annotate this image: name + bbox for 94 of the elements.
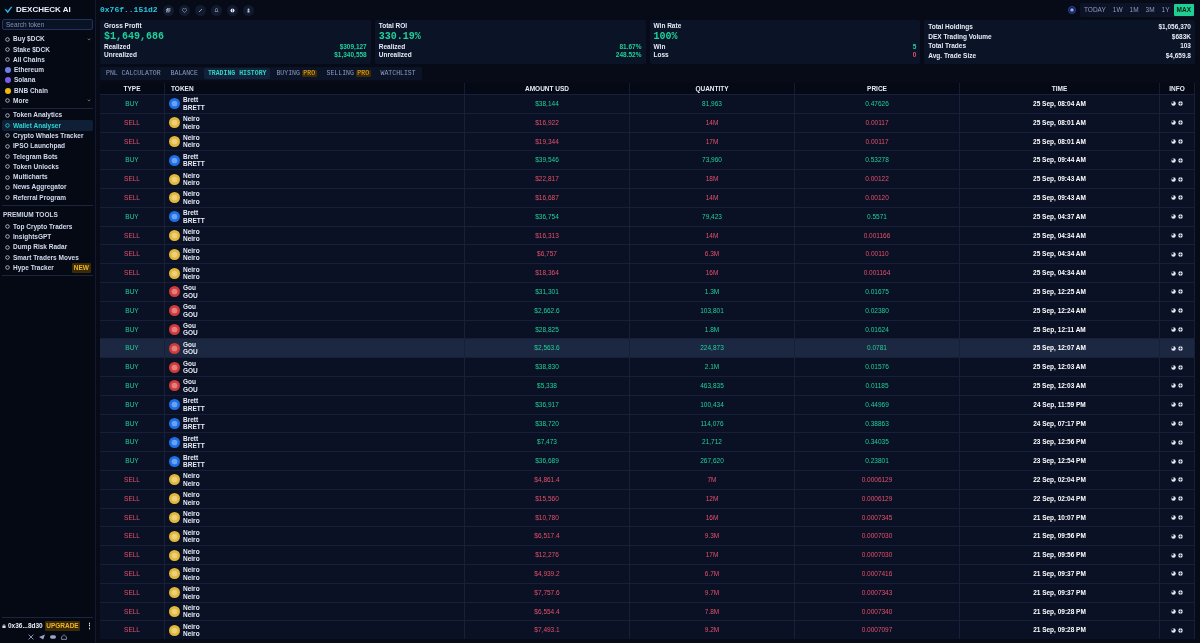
pie-chart-icon[interactable] — [1171, 176, 1176, 182]
chevron-down-icon — [87, 99, 91, 103]
pie-chart-icon[interactable] — [1171, 157, 1176, 163]
globe-icon[interactable] — [1178, 195, 1183, 201]
pie-chart-icon[interactable] — [1171, 251, 1176, 257]
dot-icon — [5, 143, 10, 149]
network-icon[interactable] — [1068, 6, 1076, 14]
pie-chart-icon[interactable] — [1171, 533, 1176, 539]
globe-icon[interactable] — [1178, 627, 1183, 633]
globe-icon[interactable] — [1178, 270, 1183, 276]
pie-chart-icon[interactable] — [1171, 232, 1176, 238]
dot-icon — [5, 98, 10, 104]
dot-icon — [5, 164, 10, 170]
pie-chart-icon[interactable] — [1171, 571, 1176, 577]
globe-icon[interactable] — [1178, 251, 1183, 257]
pie-chart-icon[interactable] — [1171, 120, 1176, 126]
globe-icon[interactable] — [1178, 157, 1183, 163]
dot-icon — [5, 244, 10, 250]
pie-chart-icon[interactable] — [1171, 514, 1176, 520]
pie-chart-icon[interactable] — [1171, 326, 1176, 332]
globe-icon[interactable] — [1178, 101, 1183, 107]
globe-icon[interactable] — [1178, 120, 1183, 126]
pie-chart-icon[interactable] — [1171, 345, 1176, 351]
globe-icon[interactable] — [1178, 308, 1183, 314]
dot-icon — [5, 265, 10, 271]
globe-icon[interactable] — [1178, 345, 1183, 351]
chevron-down-icon — [87, 37, 91, 41]
lock-icon — [2, 624, 6, 629]
dot-icon — [5, 57, 10, 63]
dot-icon — [5, 255, 10, 261]
pie-chart-icon[interactable] — [1171, 402, 1176, 408]
pie-chart-icon[interactable] — [1171, 139, 1176, 144]
logo-text: DEXCHECK AI — [16, 4, 71, 16]
pie-chart-icon[interactable] — [1171, 214, 1176, 220]
home-icon[interactable] — [61, 634, 67, 640]
copy-icon[interactable] — [165, 7, 171, 13]
dot-icon — [5, 224, 10, 230]
globe-icon[interactable] — [1178, 533, 1183, 539]
x-logo-icon[interactable] — [28, 634, 34, 640]
pie-chart-icon[interactable] — [1171, 439, 1176, 445]
globe-icon[interactable] — [1178, 514, 1183, 520]
globe-icon[interactable] — [1178, 214, 1183, 220]
stat-value: 100% — [653, 30, 679, 43]
pie-chart-icon[interactable] — [1171, 308, 1176, 314]
dot-icon — [5, 112, 10, 118]
pie-chart-icon[interactable] — [1171, 608, 1176, 614]
wallet-address: 0x76f..151d2 — [100, 4, 158, 16]
dot-icon — [5, 153, 10, 159]
globe-icon[interactable] — [229, 7, 235, 13]
dot-icon — [5, 46, 10, 52]
pencil-icon[interactable] — [197, 7, 203, 13]
pie-chart-icon[interactable] — [1171, 420, 1176, 426]
stat-value: $1,649,686 — [104, 30, 165, 43]
globe-icon[interactable] — [1178, 590, 1183, 596]
checkmark-logo-icon — [4, 6, 13, 14]
stat-value: 330.19% — [378, 30, 422, 43]
globe-icon[interactable] — [1178, 402, 1183, 408]
pie-chart-icon[interactable] — [1171, 477, 1176, 483]
pie-chart-icon[interactable] — [1171, 195, 1176, 201]
globe-icon[interactable] — [1178, 496, 1183, 502]
pie-chart-icon[interactable] — [1171, 458, 1176, 464]
globe-icon[interactable] — [1178, 176, 1183, 182]
globe-icon[interactable] — [1178, 571, 1183, 577]
dot-icon — [5, 36, 10, 42]
globe-icon[interactable] — [1178, 552, 1183, 558]
pie-chart-icon[interactable] — [1171, 270, 1176, 276]
pie-chart-icon[interactable] — [1171, 289, 1176, 295]
dot-icon — [5, 174, 10, 180]
globe-icon[interactable] — [1178, 420, 1183, 426]
dot-icon — [5, 234, 10, 240]
dot-icon — [5, 184, 10, 190]
pie-chart-icon[interactable] — [1171, 383, 1176, 389]
globe-icon[interactable] — [1178, 608, 1183, 614]
send-icon[interactable] — [39, 634, 45, 640]
heart-icon[interactable] — [181, 7, 187, 13]
globe-icon[interactable] — [1178, 364, 1183, 370]
globe-icon[interactable] — [1178, 458, 1183, 464]
dot-icon — [5, 123, 10, 128]
globe-icon[interactable] — [1178, 383, 1183, 389]
dot-icon — [5, 133, 10, 139]
globe-icon[interactable] — [1178, 477, 1183, 483]
globe-icon[interactable] — [1178, 289, 1183, 295]
bell-icon[interactable] — [213, 7, 219, 13]
pie-chart-icon[interactable] — [1171, 627, 1176, 633]
dot-icon — [5, 195, 10, 201]
pie-chart-icon[interactable] — [1171, 552, 1176, 558]
globe-icon[interactable] — [1178, 439, 1183, 445]
pie-chart-icon[interactable] — [1171, 590, 1176, 596]
globe-icon[interactable] — [1178, 139, 1183, 144]
pie-chart-icon[interactable] — [1171, 496, 1176, 502]
globe-icon[interactable] — [1178, 232, 1183, 238]
pie-chart-icon[interactable] — [1171, 101, 1176, 107]
pie-chart-icon[interactable] — [1171, 364, 1176, 370]
globe-icon[interactable] — [1178, 326, 1183, 332]
